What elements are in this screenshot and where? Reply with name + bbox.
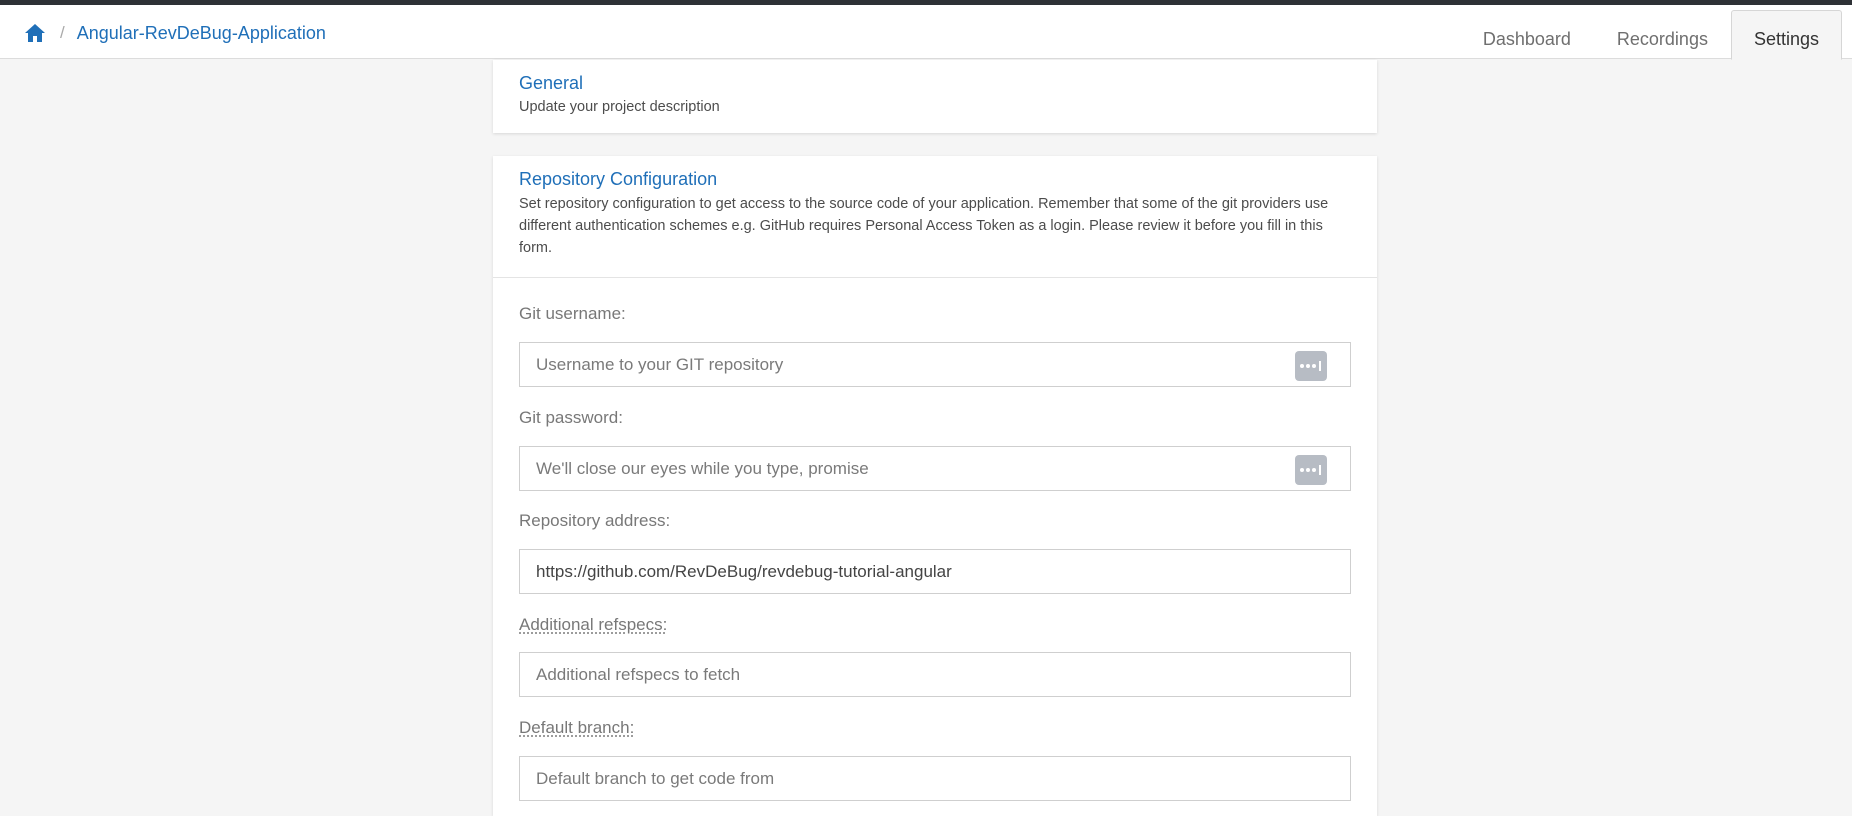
repository-address-field [519, 549, 1351, 594]
home-icon[interactable] [24, 22, 46, 44]
general-card: General Update your project description [493, 60, 1377, 133]
git-password-input[interactable] [536, 458, 1334, 479]
general-title[interactable]: General [519, 73, 1351, 94]
nav-tabs: Dashboard Recordings Settings [1460, 10, 1842, 60]
top-navbar: / Angular-RevDeBug-Application Dashboard… [0, 5, 1852, 60]
additional-refspecs-label: Additional refspecs: [519, 615, 668, 634]
tab-recordings[interactable]: Recordings [1594, 10, 1731, 60]
git-username-input[interactable] [536, 354, 1334, 375]
repository-configuration-card: Repository Configuration Set repository … [493, 156, 1377, 816]
git-password-field [519, 446, 1351, 491]
password-manager-icon[interactable] [1295, 455, 1327, 485]
repository-configuration-title[interactable]: Repository Configuration [519, 169, 1351, 190]
default-branch-label: Default branch: [519, 718, 635, 737]
git-password-label: Git password: [519, 408, 623, 427]
repository-address-input[interactable] [536, 561, 1334, 582]
git-username-label: Git username: [519, 304, 626, 323]
repository-configuration-description: Set repository configuration to get acce… [519, 196, 1329, 256]
additional-refspecs-input[interactable] [536, 664, 1334, 685]
repository-configuration-header: Repository Configuration Set repository … [493, 156, 1377, 278]
default-branch-field [519, 756, 1351, 801]
breadcrumb-separator: / [60, 23, 65, 42]
tab-dashboard[interactable]: Dashboard [1460, 10, 1594, 60]
tab-settings[interactable]: Settings [1730, 10, 1842, 60]
password-manager-icon[interactable] [1295, 351, 1327, 381]
breadcrumb: / Angular-RevDeBug-Application [24, 16, 326, 50]
git-username-field [519, 342, 1351, 387]
general-description: Update your project description [519, 99, 720, 115]
additional-refspecs-field [519, 652, 1351, 697]
breadcrumb-project-link[interactable]: Angular-RevDeBug-Application [77, 23, 326, 44]
default-branch-input[interactable] [536, 768, 1334, 789]
repository-address-label: Repository address: [519, 511, 671, 530]
